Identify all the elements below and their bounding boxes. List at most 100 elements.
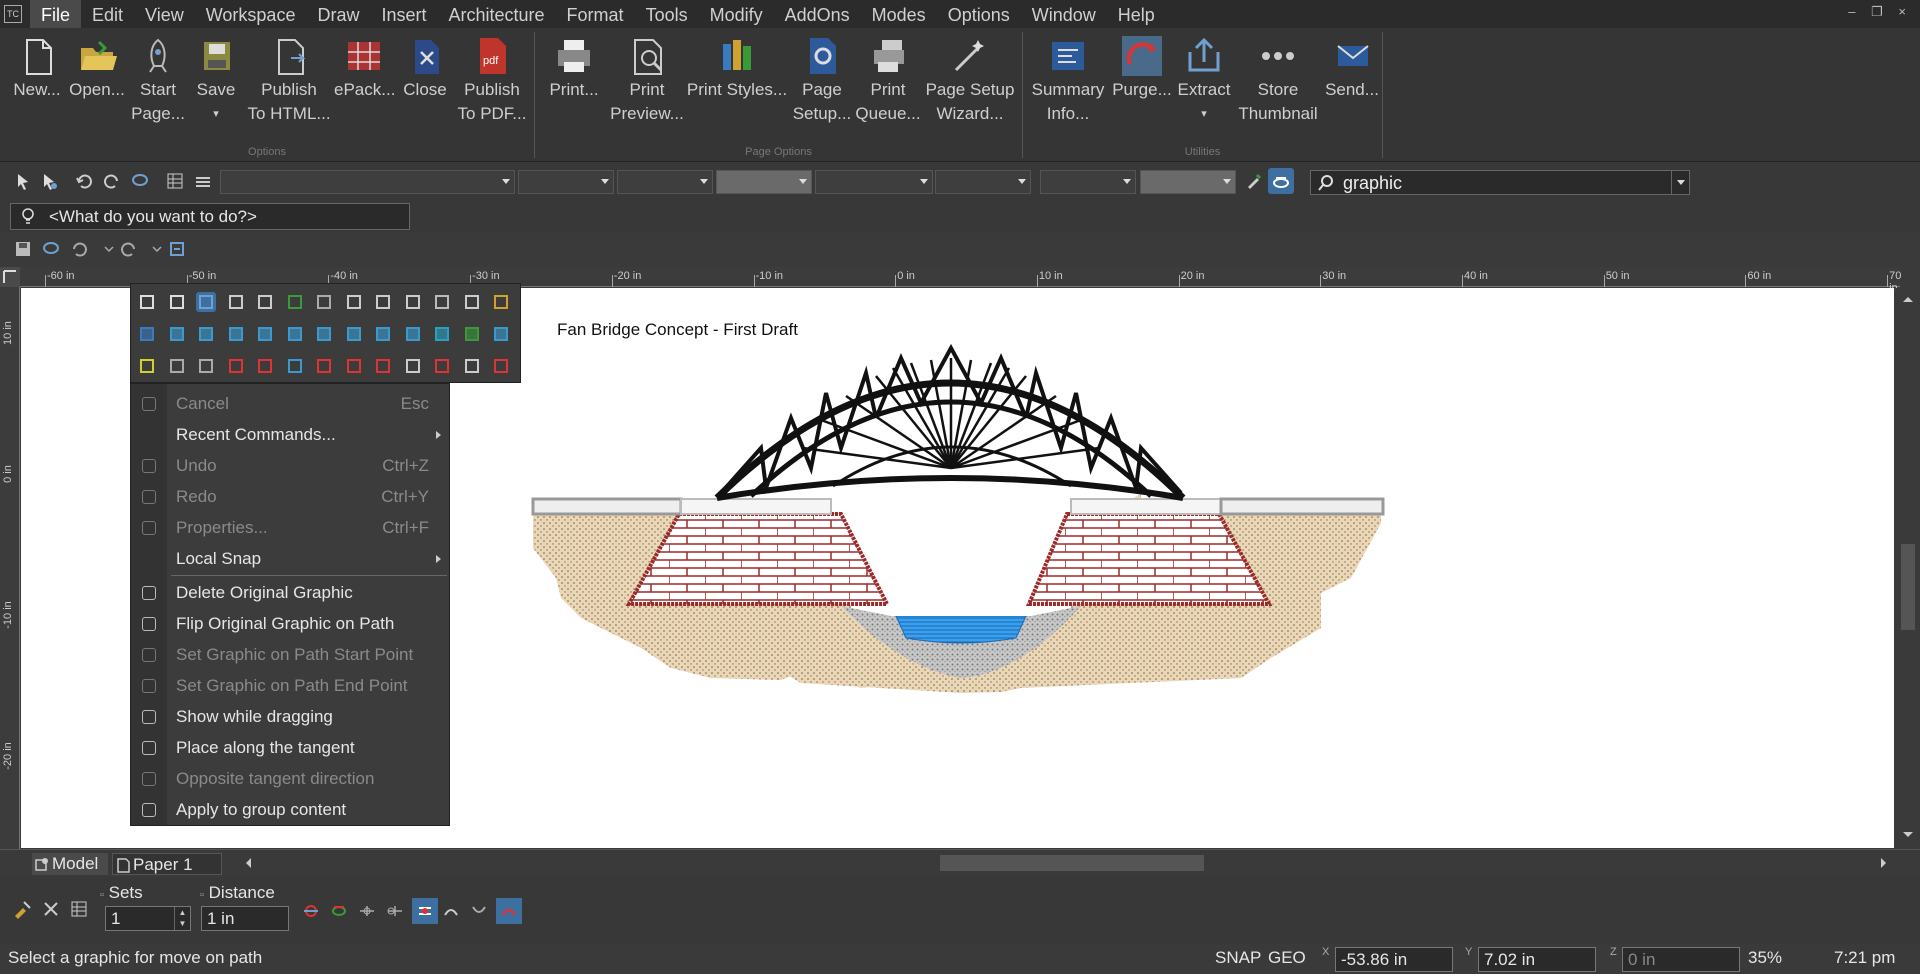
vertical-scrollbar[interactable] bbox=[1896, 288, 1920, 848]
menu-item-undo[interactable]: Undo Ctrl+Z bbox=[131, 450, 449, 481]
eyedropper-tool-button[interactable] bbox=[373, 292, 393, 312]
opposite-tangent-icon[interactable] bbox=[470, 902, 488, 920]
menu-architecture[interactable]: Architecture bbox=[438, 0, 556, 28]
roof-tool-button[interactable] bbox=[462, 356, 482, 376]
save-button[interactable]: Save ▾ bbox=[188, 36, 244, 126]
publish-html-button[interactable]: Publish To HTML... bbox=[244, 36, 334, 126]
measure-tool-button[interactable] bbox=[226, 356, 246, 376]
lasso-small-icon[interactable] bbox=[42, 240, 60, 258]
menu-item-local-snap[interactable]: Local Snap bbox=[131, 543, 449, 574]
anchor-tool-button[interactable] bbox=[491, 324, 511, 344]
menu-file[interactable]: File bbox=[30, 0, 82, 28]
search-input[interactable]: graphic bbox=[1310, 170, 1690, 195]
pattern-combo[interactable] bbox=[815, 170, 933, 194]
extract-dropdown-arrow[interactable]: ▾ bbox=[1175, 102, 1233, 126]
align-tool-button[interactable] bbox=[196, 356, 216, 376]
path-b-button[interactable] bbox=[255, 292, 275, 312]
window-controls[interactable]: ‒ ❐ × bbox=[1848, 4, 1912, 20]
close-document-button[interactable]: Close bbox=[394, 36, 456, 102]
zoom-tool-button[interactable] bbox=[344, 292, 364, 312]
path-end-point-icon[interactable] bbox=[386, 902, 404, 920]
horizontal-scrollbar[interactable] bbox=[240, 852, 1896, 874]
print-button[interactable]: Print... bbox=[539, 36, 609, 102]
tangent-icon[interactable] bbox=[442, 902, 460, 920]
menu-insert[interactable]: Insert bbox=[370, 0, 437, 28]
menu-edit[interactable]: Edit bbox=[81, 0, 134, 28]
line-style-combo[interactable] bbox=[1040, 170, 1136, 194]
menu-modes[interactable]: Modes bbox=[861, 0, 937, 28]
edit-arrow-icon[interactable] bbox=[40, 172, 58, 190]
scroll-right-icon[interactable] bbox=[1874, 854, 1892, 872]
menu-view[interactable]: View bbox=[134, 0, 195, 28]
zoom-level[interactable]: 35% bbox=[1748, 948, 1782, 968]
paste-tool-button[interactable] bbox=[491, 292, 511, 312]
vertical-scroll-thumb[interactable] bbox=[1901, 544, 1915, 630]
move-on-path-toggle[interactable] bbox=[1268, 168, 1294, 194]
tab-paper-1[interactable]: Paper 1 bbox=[112, 853, 222, 875]
revolve-button[interactable] bbox=[314, 292, 334, 312]
scroll-up-icon[interactable] bbox=[1899, 290, 1917, 308]
sets-stepper[interactable]: ▲ ▼ bbox=[174, 907, 190, 930]
menu-item-opposite-tangent-direction[interactable]: Opposite tangent direction bbox=[131, 763, 449, 794]
style-combo[interactable] bbox=[220, 170, 515, 194]
page-setup-button[interactable]: Page Setup... bbox=[789, 36, 855, 126]
cube-b-button[interactable] bbox=[196, 324, 216, 344]
distance-input[interactable]: 1 in bbox=[201, 906, 289, 931]
window-tool-button[interactable] bbox=[432, 356, 452, 376]
menu-help[interactable]: Help bbox=[1107, 0, 1166, 28]
grid-tool-button[interactable] bbox=[167, 356, 187, 376]
x-coordinate-field[interactable]: -53.86 in bbox=[1335, 947, 1453, 972]
hex-d-button[interactable] bbox=[403, 324, 423, 344]
search-dropdown-button[interactable] bbox=[1671, 171, 1689, 194]
mesh-tool-button[interactable] bbox=[373, 356, 393, 376]
app-icon[interactable]: TC bbox=[4, 5, 22, 23]
menu-workspace[interactable]: Workspace bbox=[195, 0, 307, 28]
purge-button[interactable]: Purge... bbox=[1109, 36, 1175, 102]
move-on-path-button[interactable] bbox=[196, 292, 216, 312]
customize-toolbar-icon[interactable] bbox=[168, 240, 186, 258]
cube-a-button[interactable] bbox=[167, 324, 187, 344]
dim-tool-button[interactable] bbox=[314, 356, 334, 376]
cone-tool-button[interactable] bbox=[462, 324, 482, 344]
save-small-icon[interactable] bbox=[14, 240, 32, 258]
undo-small-icon[interactable] bbox=[70, 240, 88, 258]
spark-tool-button[interactable] bbox=[137, 356, 157, 376]
size-combo[interactable] bbox=[617, 170, 713, 194]
delete-original-graphic-icon[interactable] bbox=[302, 902, 320, 920]
pyramid-tool-button[interactable] bbox=[285, 356, 305, 376]
cube-c-button[interactable] bbox=[226, 324, 246, 344]
menu-item-set-graphic-on-path-end-point[interactable]: Set Graphic on Path End Point bbox=[131, 670, 449, 701]
print-styles-button[interactable]: Print Styles... bbox=[685, 36, 789, 102]
hex-c-button[interactable] bbox=[373, 324, 393, 344]
inspector-table-icon[interactable] bbox=[70, 900, 88, 918]
menu-item-set-graphic-on-path-start-point[interactable]: Set Graphic on Path Start Point bbox=[131, 639, 449, 670]
what-do-you-want-input[interactable]: <What do you want to do?> bbox=[10, 203, 410, 230]
undo-icon[interactable] bbox=[75, 172, 93, 190]
layers-icon[interactable] bbox=[194, 172, 212, 190]
path-a-button[interactable] bbox=[226, 292, 246, 312]
menu-window[interactable]: Window bbox=[1021, 0, 1107, 28]
snap-indicator[interactable]: SNAP bbox=[1215, 948, 1261, 968]
extrude-button[interactable] bbox=[285, 292, 305, 312]
menu-item-apply-to-group-content[interactable]: Apply to group content bbox=[131, 794, 449, 825]
group-content-toggle[interactable] bbox=[496, 898, 522, 924]
target-tool-button[interactable] bbox=[255, 356, 275, 376]
finish-tool-icon[interactable] bbox=[12, 898, 34, 920]
hex-a-button[interactable] bbox=[314, 324, 334, 344]
geo-indicator[interactable]: GEO bbox=[1268, 948, 1306, 968]
scroll-left-icon[interactable] bbox=[240, 854, 258, 872]
print-queue-button[interactable]: Print Queue... bbox=[855, 36, 921, 126]
menu-addons[interactable]: AddOns bbox=[774, 0, 861, 28]
page-setup-wizard-button[interactable]: Page Setup Wizard... bbox=[921, 36, 1019, 126]
select-arrow-icon[interactable] bbox=[14, 172, 32, 190]
epack-button[interactable]: ePack... bbox=[334, 36, 395, 102]
sets-input[interactable]: 1 ▲ ▼ bbox=[105, 906, 191, 931]
menu-tools[interactable]: Tools bbox=[635, 0, 699, 28]
path-start-point-icon[interactable] bbox=[358, 902, 376, 920]
stair-tool-button[interactable] bbox=[491, 356, 511, 376]
menu-item-recent-commands[interactable]: Recent Commands... bbox=[131, 419, 449, 450]
redo-icon[interactable] bbox=[103, 172, 121, 190]
edit-tool-button[interactable] bbox=[167, 292, 187, 312]
layers-tool-button[interactable] bbox=[403, 292, 423, 312]
redo-dropdown-icon[interactable] bbox=[148, 240, 166, 258]
